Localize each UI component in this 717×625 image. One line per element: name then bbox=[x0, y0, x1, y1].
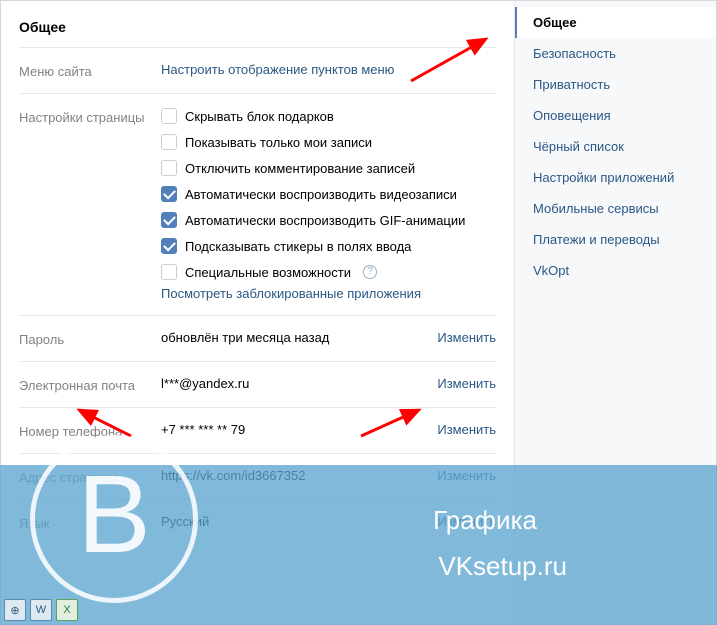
row-label: Язык bbox=[19, 514, 161, 531]
checkbox-item[interactable]: Подсказывать стикеры в полях ввода bbox=[161, 238, 496, 254]
checkbox-label: Автоматически воспроизводить видеозаписи bbox=[185, 187, 457, 202]
checkbox[interactable] bbox=[161, 238, 177, 254]
checkbox-label: Отключить комментирование записей bbox=[185, 161, 415, 176]
main-pane: Общее Меню сайта Настроить отображение п… bbox=[1, 1, 514, 624]
tray: ⊕ W X bbox=[4, 599, 78, 621]
change-link[interactable]: Изменить bbox=[437, 468, 496, 483]
checkbox-item[interactable]: Скрывать блок подарков bbox=[161, 108, 496, 124]
checkbox-item[interactable]: Автоматически воспроизводить видеозаписи bbox=[161, 186, 496, 202]
checkbox[interactable] bbox=[161, 264, 177, 280]
row-value: +7 *** *** ** 79 bbox=[161, 422, 420, 437]
change-link[interactable]: Изменить bbox=[437, 514, 496, 529]
sidebar-item[interactable]: Настройки приложений bbox=[515, 162, 716, 193]
checkbox[interactable] bbox=[161, 186, 177, 202]
checkbox-item[interactable]: Отключить комментирование записей bbox=[161, 160, 496, 176]
checkbox[interactable] bbox=[161, 160, 177, 176]
sidebar-item[interactable]: Платежи и переводы bbox=[515, 224, 716, 255]
checkbox-label: Показывать только мои записи bbox=[185, 135, 372, 150]
sidebar-item[interactable]: Мобильные сервисы bbox=[515, 193, 716, 224]
sidebar-item[interactable]: Безопасность bbox=[515, 38, 716, 69]
change-link[interactable]: Изменить bbox=[437, 376, 496, 391]
row-label: Настройки страницы bbox=[19, 108, 161, 125]
row-value: l***@yandex.ru bbox=[161, 376, 420, 391]
tray-word-icon[interactable]: W bbox=[30, 599, 52, 621]
settings-row: Номер телефона+7 *** *** ** 79 Изменить bbox=[19, 408, 496, 454]
sidebar-item[interactable]: VkOpt bbox=[515, 255, 716, 286]
row-label: Меню сайта bbox=[19, 62, 161, 79]
help-icon[interactable]: ? bbox=[363, 265, 377, 279]
settings-row: ЯзыкРусский Изменить bbox=[19, 500, 496, 545]
row-value: обновлён три месяца назад bbox=[161, 330, 420, 345]
sidebar-item[interactable]: Приватность bbox=[515, 69, 716, 100]
tray-icon[interactable]: ⊕ bbox=[4, 599, 26, 621]
blocked-apps-link[interactable]: Посмотреть заблокированные приложения bbox=[161, 286, 496, 301]
row-label: Номер телефона bbox=[19, 422, 161, 439]
checkbox-label: Автоматически воспроизводить GIF-анимаци… bbox=[185, 213, 465, 228]
row-site-menu: Меню сайта Настроить отображение пунктов… bbox=[19, 48, 496, 94]
checkbox[interactable] bbox=[161, 108, 177, 124]
checkbox-label: Специальные возможности bbox=[185, 265, 351, 280]
settings-sidebar: ОбщееБезопасностьПриватностьОповещенияЧё… bbox=[514, 1, 716, 624]
row-label: Адрес страницы bbox=[19, 468, 161, 485]
settings-row: Парольобновлён три месяца назад Изменить bbox=[19, 316, 496, 362]
checkbox-item[interactable]: Специальные возможности? bbox=[161, 264, 496, 280]
checkbox-item[interactable]: Показывать только мои записи bbox=[161, 134, 496, 150]
checkbox-item[interactable]: Автоматически воспроизводить GIF-анимаци… bbox=[161, 212, 496, 228]
change-link[interactable]: Изменить bbox=[437, 422, 496, 437]
checkbox-label: Скрывать блок подарков bbox=[185, 109, 334, 124]
row-value: https://vk.com/id3667352 bbox=[161, 468, 420, 483]
checkbox[interactable] bbox=[161, 134, 177, 150]
settings-row: Адрес страницыhttps://vk.com/id3667352 Из… bbox=[19, 454, 496, 500]
sidebar-item[interactable]: Оповещения bbox=[515, 100, 716, 131]
sidebar-item[interactable]: Чёрный список bbox=[515, 131, 716, 162]
settings-row: Электронная почтаl***@yandex.ru Изменить bbox=[19, 362, 496, 408]
checkbox[interactable] bbox=[161, 212, 177, 228]
change-link[interactable]: Изменить bbox=[437, 330, 496, 345]
sidebar-item[interactable]: Общее bbox=[515, 7, 716, 38]
row-value: Русский bbox=[161, 514, 420, 529]
row-label: Электронная почта bbox=[19, 376, 161, 393]
row-label: Пароль bbox=[19, 330, 161, 347]
tray-excel-icon[interactable]: X bbox=[56, 599, 78, 621]
checkbox-label: Подсказывать стикеры в полях ввода bbox=[185, 239, 411, 254]
row-page-settings: Настройки страницы Скрывать блок подарко… bbox=[19, 94, 496, 316]
configure-menu-link[interactable]: Настроить отображение пунктов меню bbox=[161, 62, 394, 77]
page-title: Общее bbox=[19, 13, 496, 48]
